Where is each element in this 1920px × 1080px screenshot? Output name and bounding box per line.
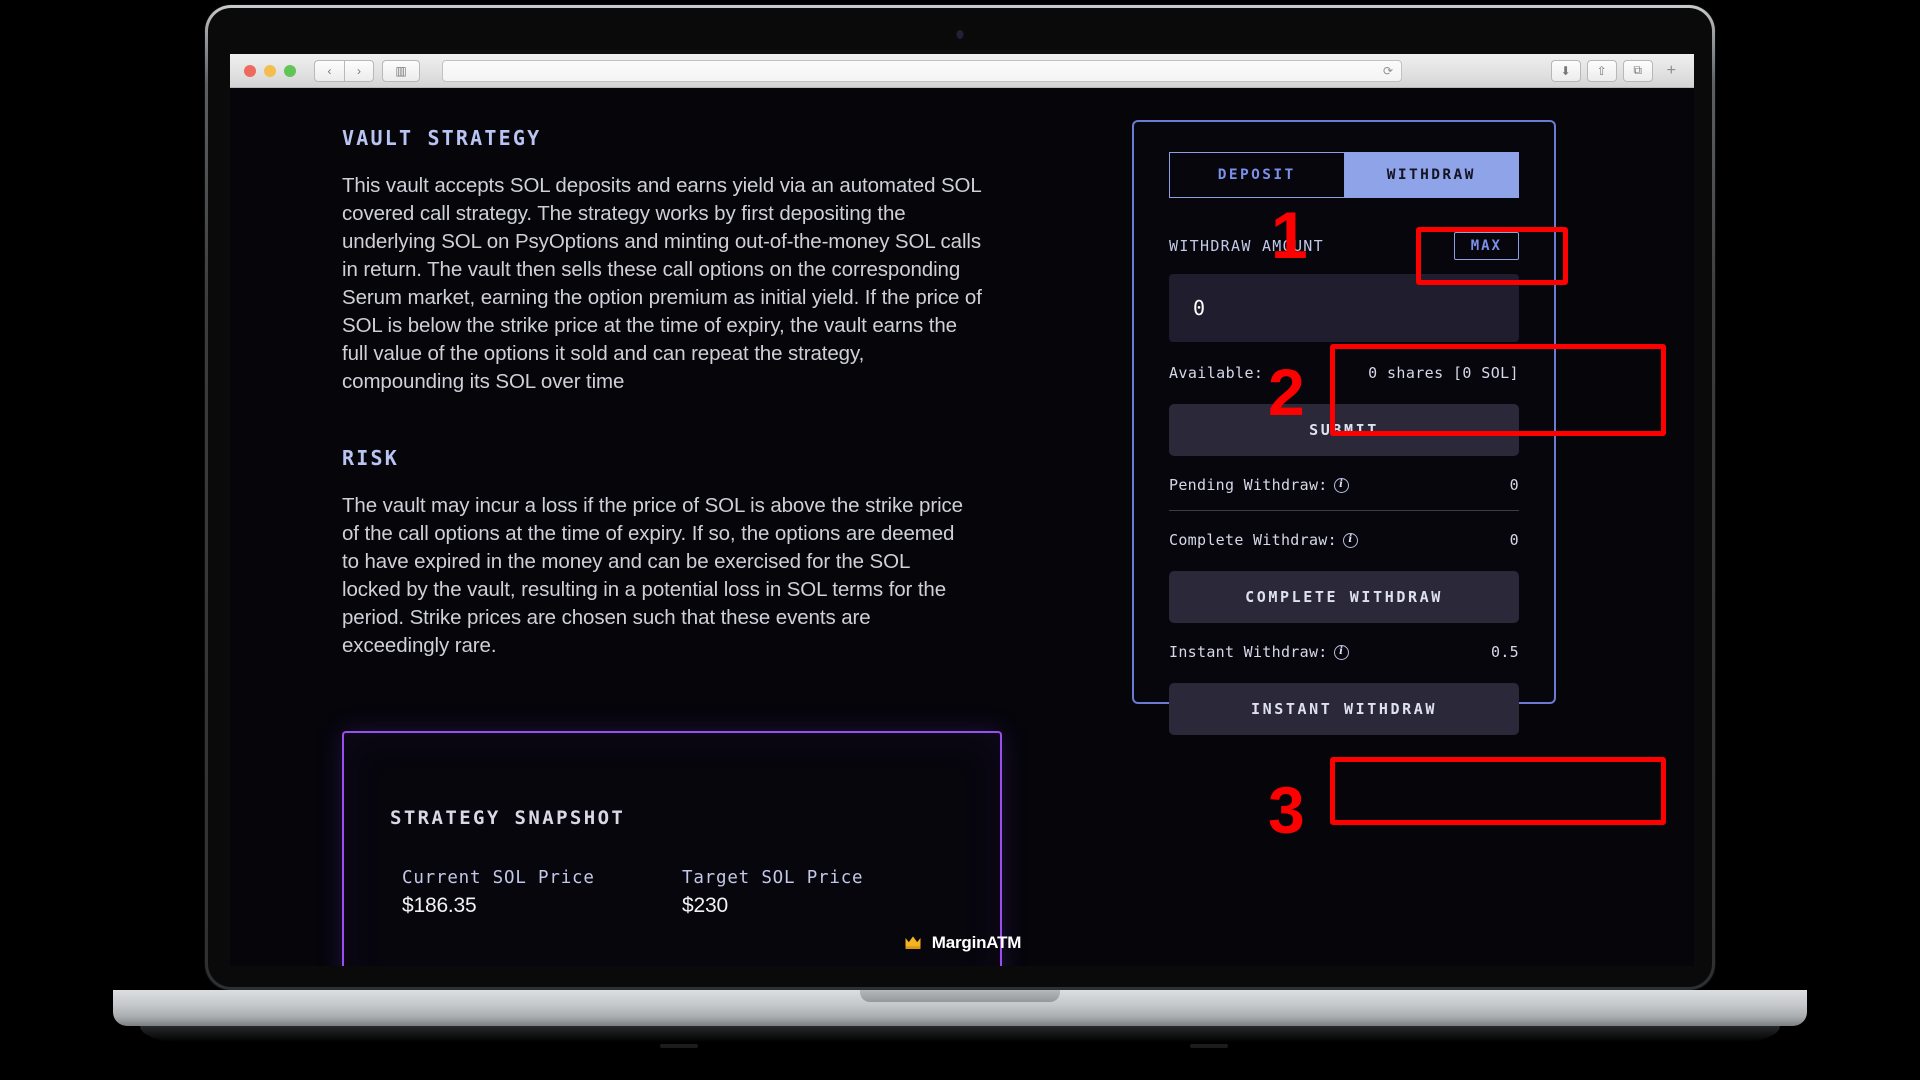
annotation-box-instant-withdraw [1330, 757, 1666, 825]
laptop-lid: ‹ › ▥ ⟳ ⬇ ⇧ ⧉ + VAULT STRATEGY This vaul… [205, 5, 1715, 990]
divider [1169, 510, 1519, 511]
snapshot-label: Current SOL Price [402, 868, 595, 888]
panel-tabs[interactable]: DEPOSIT WITHDRAW [1169, 152, 1519, 198]
pending-withdraw-label: Pending Withdraw: [1169, 476, 1328, 494]
laptop-shadow-foot [140, 1026, 1780, 1042]
max-button[interactable]: MAX [1453, 232, 1519, 260]
laptop-screen: ‹ › ▥ ⟳ ⬇ ⇧ ⧉ + VAULT STRATEGY This vaul… [230, 54, 1694, 966]
available-value: 0 shares [0 SOL] [1368, 364, 1519, 382]
tab-deposit[interactable]: DEPOSIT [1169, 152, 1345, 198]
vault-info-column: VAULT STRATEGY This vault accepts SOL de… [342, 126, 1010, 660]
laptop-foot-slot [1190, 1044, 1228, 1048]
annotation-step-3: 3 [1268, 773, 1305, 847]
withdraw-amount-row: WITHDRAW AMOUNT MAX [1169, 232, 1519, 260]
webcam-icon [956, 30, 964, 39]
complete-withdraw-row: Complete Withdraw: i 0 [1169, 531, 1519, 549]
vault-strategy-body: This vault accepts SOL deposits and earn… [342, 174, 982, 393]
minimize-icon[interactable] [264, 64, 276, 77]
instant-withdraw-label: Instant Withdraw: [1169, 643, 1328, 661]
risk-heading: RISK [342, 446, 399, 470]
panel-inner: DEPOSIT WITHDRAW WITHDRAW AMOUNT MAX 0 A… [1169, 152, 1519, 735]
screenshot-stage: ‹ › ▥ ⟳ ⬇ ⇧ ⧉ + VAULT STRATEGY This vaul… [0, 0, 1920, 1080]
snapshot-cell-target-sol-price: Target SOL Price $230 [682, 868, 970, 918]
strategy-snapshot-title: STRATEGY SNAPSHOT [390, 807, 626, 829]
page-content: VAULT STRATEGY This vault accepts SOL de… [230, 88, 1694, 966]
instant-withdraw-value: 0.5 [1491, 643, 1519, 661]
available-row: Available: 0 shares [0 SOL] [1169, 364, 1519, 382]
nav-buttons[interactable]: ‹ › [314, 59, 374, 82]
pending-withdraw-label-group: Pending Withdraw: i [1169, 476, 1349, 494]
new-tab-button[interactable]: + [1659, 62, 1684, 80]
info-icon[interactable]: i [1333, 477, 1349, 493]
info-icon[interactable]: i [1333, 644, 1349, 660]
forward-icon[interactable]: › [344, 59, 374, 82]
submit-button[interactable]: SUBMIT [1169, 404, 1519, 456]
laptop-lid-notch [860, 990, 1060, 1002]
info-icon[interactable]: i [1342, 532, 1358, 548]
risk-body: The vault may incur a loss if the price … [342, 494, 963, 657]
snapshot-cell-current-sol-price: Current SOL Price $186.35 [402, 868, 682, 918]
instant-withdraw-label-group: Instant Withdraw: i [1169, 643, 1349, 661]
complete-withdraw-value: 0 [1509, 531, 1519, 549]
snapshot-value: $186.35 [402, 894, 477, 917]
available-label: Available: [1169, 364, 1264, 382]
laptop-bezel: ‹ › ▥ ⟳ ⬇ ⇧ ⧉ + VAULT STRATEGY This vaul… [208, 8, 1712, 987]
back-icon[interactable]: ‹ [314, 59, 344, 82]
maximize-icon[interactable] [284, 64, 296, 77]
pending-withdraw-row: Pending Withdraw: i 0 [1169, 476, 1519, 494]
vault-strategy-heading: VAULT STRATEGY [342, 126, 542, 150]
pending-withdraw-value: 0 [1509, 476, 1519, 494]
window-traffic-lights[interactable] [238, 64, 296, 77]
marginatm-watermark: MarginATM [230, 928, 1694, 958]
browser-toolbar: ‹ › ▥ ⟳ ⬇ ⇧ ⧉ + [230, 54, 1694, 88]
snapshot-value: $230 [682, 894, 728, 917]
deposit-withdraw-panel: DEPOSIT WITHDRAW WITHDRAW AMOUNT MAX 0 A… [1132, 120, 1556, 735]
risk-section: RISK The vault may incur a loss if the p… [342, 446, 1010, 660]
annotation-step-1: 1 [1271, 198, 1308, 272]
share-icon[interactable]: ⇧ [1586, 59, 1617, 82]
complete-withdraw-label: Complete Withdraw: [1169, 531, 1337, 549]
tab-withdraw[interactable]: WITHDRAW [1344, 152, 1519, 198]
withdraw-amount-input[interactable]: 0 [1169, 274, 1519, 342]
sidebar-toggle-icon[interactable]: ▥ [382, 59, 420, 82]
complete-withdraw-label-group: Complete Withdraw: i [1169, 531, 1358, 549]
annotation-step-2: 2 [1268, 355, 1305, 429]
toolbar-right-tools[interactable]: ⬇ ⇧ ⧉ + [1550, 59, 1686, 82]
watermark-brand: MarginATM [931, 933, 1022, 952]
instant-withdraw-row: Instant Withdraw: i 0.5 [1169, 643, 1519, 661]
snapshot-label: Target SOL Price [682, 868, 864, 888]
instant-withdraw-button[interactable]: INSTANT WITHDRAW [1169, 683, 1519, 735]
complete-withdraw-button[interactable]: COMPLETE WITHDRAW [1169, 571, 1519, 623]
address-bar[interactable]: ⟳ [442, 59, 1402, 82]
downloads-icon[interactable]: ⬇ [1550, 59, 1581, 82]
tab-overview-icon[interactable]: ⧉ [1622, 59, 1653, 82]
close-icon[interactable] [244, 64, 256, 77]
crown-icon [905, 936, 921, 949]
laptop-foot-slot [660, 1044, 698, 1048]
reload-icon[interactable]: ⟳ [1383, 64, 1393, 78]
